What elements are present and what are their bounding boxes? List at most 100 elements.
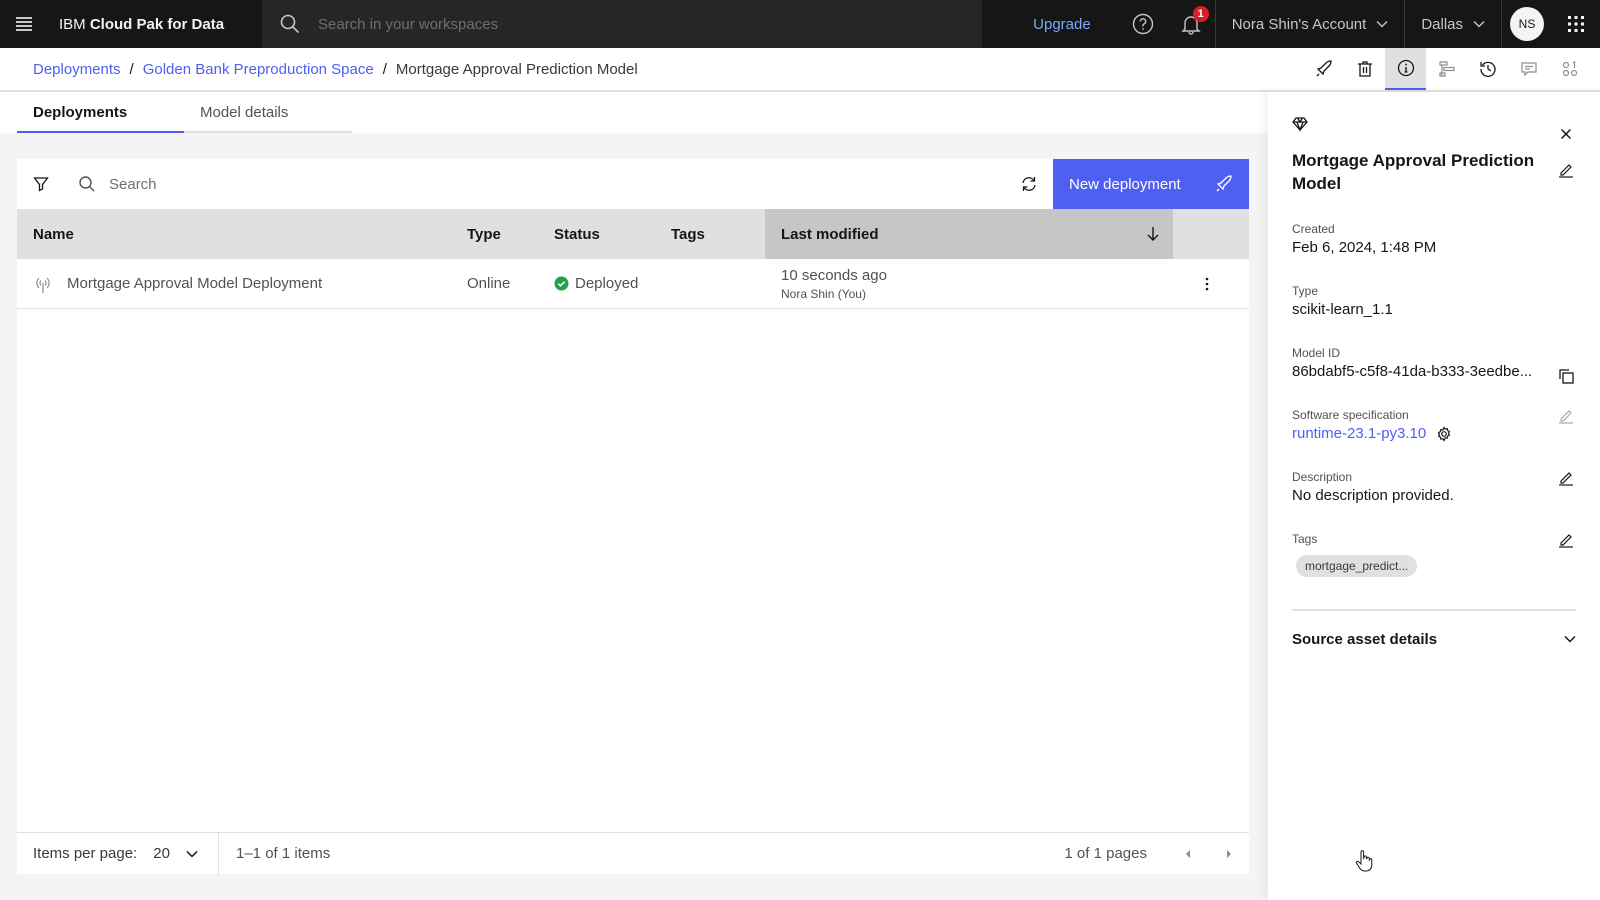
apps-button[interactable] bbox=[1549, 48, 1590, 90]
edit-icon bbox=[1559, 472, 1573, 486]
column-header-status[interactable]: Status bbox=[538, 209, 655, 259]
search-icon bbox=[262, 14, 318, 34]
filter-icon bbox=[33, 177, 49, 192]
row-overflow-menu-button[interactable] bbox=[1191, 268, 1223, 300]
menu-button[interactable] bbox=[0, 0, 48, 48]
apps-icon bbox=[1562, 60, 1577, 77]
comment-icon bbox=[1520, 62, 1537, 77]
hamburger-icon bbox=[16, 17, 32, 31]
new-deployment-button[interactable]: New deployment bbox=[1053, 159, 1249, 209]
new-deployment-label: New deployment bbox=[1069, 175, 1181, 193]
edit-tags-button[interactable] bbox=[1556, 530, 1576, 550]
global-search-input[interactable] bbox=[318, 15, 918, 33]
breadcrumb-bar: Deployments / Golden Bank Preproduction … bbox=[0, 48, 1600, 92]
cell-tags bbox=[655, 259, 765, 309]
next-page-button[interactable] bbox=[1208, 833, 1249, 875]
checkmark-filled-icon bbox=[554, 276, 569, 291]
items-per-page-value: 20 bbox=[153, 845, 170, 862]
cell-last-modified: 10 seconds ago Nora Shin (You) bbox=[765, 259, 1173, 309]
tab-model-details[interactable]: Model details bbox=[184, 92, 352, 133]
notifications-button[interactable]: 1 bbox=[1167, 0, 1215, 48]
table-search bbox=[65, 159, 1005, 209]
edit-description-button[interactable] bbox=[1556, 468, 1576, 488]
column-header-last-modified[interactable]: Last modified bbox=[765, 209, 1173, 259]
pagination: Items per page: 20 1–1 of 1 items 1 of 1… bbox=[17, 832, 1249, 875]
deploy-button[interactable] bbox=[1303, 48, 1344, 90]
region-switcher[interactable]: Dallas bbox=[1405, 0, 1501, 48]
help-icon bbox=[1132, 13, 1153, 35]
delete-button[interactable] bbox=[1344, 48, 1385, 90]
table-row[interactable]: Mortgage Approval Model Deployment Onlin… bbox=[17, 259, 1249, 309]
product-name[interactable]: IBM Cloud Pak for Data bbox=[48, 16, 261, 33]
deployment-name-link[interactable]: Mortgage Approval Model Deployment bbox=[67, 275, 322, 292]
software-spec-label: Software specification bbox=[1292, 408, 1409, 422]
model-id-value: 86bdabf5-c5f8-41da-b333-3eedbe... bbox=[1292, 363, 1533, 380]
previous-page-button[interactable] bbox=[1167, 833, 1208, 875]
source-asset-details-accordion[interactable]: Source asset details bbox=[1292, 619, 1576, 659]
breadcrumb-separator: / bbox=[129, 60, 134, 78]
panel-title: Mortgage Approval Prediction Model bbox=[1292, 151, 1535, 193]
last-modified-by: Nora Shin (You) bbox=[781, 286, 866, 301]
tab-list: Deployments Model details bbox=[17, 92, 352, 133]
field-type: Type scikit-learn_1.1 bbox=[1292, 284, 1552, 318]
filter-button[interactable] bbox=[17, 159, 65, 209]
field-created: Created Feb 6, 2024, 1:48 PM bbox=[1292, 222, 1552, 256]
breadcrumb-space[interactable]: Golden Bank Preproduction Space bbox=[143, 61, 374, 78]
app-switcher-button[interactable] bbox=[1552, 0, 1600, 48]
field-software-spec: Software specification runtime-23.1-py3.… bbox=[1292, 408, 1552, 442]
edit-icon bbox=[1559, 164, 1573, 178]
software-spec-link[interactable]: runtime-23.1-py3.10 bbox=[1292, 425, 1426, 442]
settings-icon[interactable] bbox=[1436, 425, 1452, 442]
trash-icon bbox=[1357, 61, 1372, 77]
copy-icon bbox=[1559, 369, 1574, 384]
account-label: Nora Shin's Account bbox=[1231, 15, 1367, 33]
sort-descending-icon bbox=[1147, 227, 1159, 241]
created-label: Created bbox=[1292, 222, 1335, 236]
help-button[interactable] bbox=[1119, 0, 1167, 48]
tag-pill[interactable]: mortgage_predict... bbox=[1296, 555, 1418, 577]
description-label: Description bbox=[1292, 470, 1353, 484]
column-header-type[interactable]: Type bbox=[451, 209, 538, 259]
last-modified-time: 10 seconds ago bbox=[781, 266, 887, 284]
mouse-pointer-hand-icon bbox=[1355, 850, 1373, 872]
table-toolbar: New deployment bbox=[17, 159, 1249, 209]
edit-software-spec-button[interactable] bbox=[1556, 406, 1576, 426]
tags-label: Tags bbox=[1292, 532, 1318, 546]
status-text: Deployed bbox=[575, 275, 639, 292]
information-button[interactable] bbox=[1385, 48, 1426, 90]
divider bbox=[1501, 0, 1502, 48]
upgrade-link[interactable]: Upgrade bbox=[1033, 16, 1119, 33]
history-button[interactable] bbox=[1467, 48, 1508, 90]
comments-button[interactable] bbox=[1508, 48, 1549, 90]
caret-left-icon bbox=[1185, 849, 1190, 858]
copy-model-id-button[interactable] bbox=[1556, 366, 1576, 386]
page-count: 1 of 1 pages bbox=[1064, 845, 1147, 862]
brand-prefix: IBM bbox=[59, 15, 86, 33]
created-value: Feb 6, 2024, 1:48 PM bbox=[1292, 239, 1437, 256]
refresh-icon bbox=[1022, 177, 1036, 191]
history-icon bbox=[1479, 61, 1496, 77]
chevron-down-icon bbox=[186, 850, 198, 858]
close-panel-button[interactable] bbox=[1556, 124, 1576, 144]
tab-deployments[interactable]: Deployments bbox=[17, 92, 184, 133]
edit-name-button[interactable] bbox=[1556, 160, 1576, 180]
column-header-name[interactable]: Name bbox=[17, 209, 451, 259]
user-avatar[interactable]: NS bbox=[1510, 7, 1544, 41]
accordion-title: Source asset details bbox=[1292, 630, 1438, 648]
lineage-button[interactable] bbox=[1426, 48, 1467, 90]
edit-icon bbox=[1559, 534, 1573, 548]
cell-type: Online bbox=[467, 275, 511, 292]
refresh-button[interactable] bbox=[1005, 159, 1053, 209]
model-diamond-icon bbox=[1292, 116, 1308, 132]
breadcrumb-deployments[interactable]: Deployments bbox=[33, 61, 121, 78]
account-switcher[interactable]: Nora Shin's Account bbox=[1216, 0, 1405, 48]
items-per-page-select[interactable]: 20 bbox=[153, 845, 198, 862]
top-navigation-bar: IBM Cloud Pak for Data Upgrade 1 Nora Sh… bbox=[0, 0, 1600, 48]
column-header-tags[interactable]: Tags bbox=[655, 209, 765, 259]
divider bbox=[1292, 609, 1576, 611]
table-search-input[interactable] bbox=[109, 175, 909, 193]
chevron-down-icon bbox=[1564, 635, 1576, 643]
lineage-icon bbox=[1438, 61, 1455, 77]
header-actions: Upgrade 1 Nora Shin's Account Dallas NS bbox=[1033, 0, 1600, 48]
rocket-icon bbox=[1316, 60, 1332, 77]
